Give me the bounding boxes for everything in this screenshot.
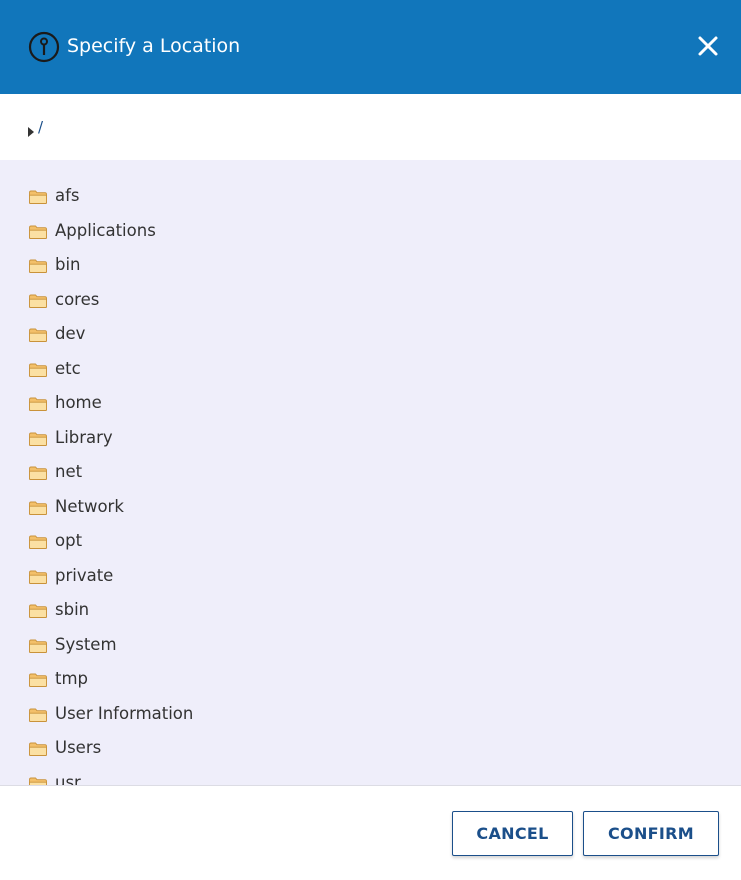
- folder-icon: [29, 638, 47, 653]
- caret-right-icon[interactable]: [27, 122, 35, 137]
- folder-label: User Information: [55, 703, 194, 723]
- specify-location-dialog: Specify a Location / afs Applications bin c…: [0, 0, 741, 880]
- folder-label: usr: [55, 772, 81, 786]
- cancel-button[interactable]: CANCEL: [452, 811, 573, 856]
- folder-list-item[interactable]: Applications: [0, 214, 741, 249]
- folder-list-item[interactable]: Network: [0, 490, 741, 525]
- folder-list-pane[interactable]: afs Applications bin cores dev etc home Library…: [0, 160, 741, 785]
- folder-list-item[interactable]: User Information: [0, 697, 741, 732]
- folder-icon: [29, 569, 47, 584]
- folder-list-item[interactable]: home: [0, 386, 741, 421]
- folder-label: sbin: [55, 600, 90, 619]
- folder-label: Network: [55, 496, 124, 516]
- folder-list: afs Applications bin cores dev etc home Library…: [0, 179, 741, 785]
- folder-label: etc: [55, 358, 81, 378]
- folder-label: home: [55, 393, 102, 412]
- folder-list-item[interactable]: System: [0, 628, 741, 663]
- folder-label: private: [55, 565, 114, 585]
- folder-list-item[interactable]: etc: [0, 352, 741, 387]
- folder-label: net: [55, 462, 83, 481]
- folder-icon: [29, 672, 47, 687]
- folder-label: dev: [55, 324, 86, 343]
- folder-list-item[interactable]: Library: [0, 421, 741, 456]
- folder-icon: [29, 258, 47, 273]
- folder-list-item[interactable]: tmp: [0, 662, 741, 697]
- path-breadcrumb: /: [0, 94, 741, 160]
- folder-label: afs: [55, 186, 80, 205]
- close-button[interactable]: [695, 33, 721, 59]
- folder-label: Applications: [55, 220, 156, 240]
- folder-icon: [29, 707, 47, 722]
- folder-icon: [29, 396, 47, 411]
- folder-list-item[interactable]: afs: [0, 179, 741, 214]
- folder-label: bin: [55, 255, 81, 274]
- folder-icon: [29, 362, 47, 377]
- folder-list-item[interactable]: private: [0, 559, 741, 594]
- folder-label: Users: [55, 738, 102, 757]
- folder-label: cores: [55, 289, 100, 309]
- folder-list-item[interactable]: net: [0, 455, 741, 490]
- folder-icon: [29, 500, 47, 515]
- folder-icon: [29, 603, 47, 618]
- folder-list-item[interactable]: dev: [0, 317, 741, 352]
- folder-list-item[interactable]: Users: [0, 731, 741, 766]
- folder-icon: [29, 293, 47, 308]
- folder-list-item[interactable]: bin: [0, 248, 741, 283]
- folder-icon: [29, 776, 47, 785]
- folder-label: opt: [55, 531, 83, 550]
- current-path[interactable]: /: [38, 116, 43, 138]
- folder-icon: [29, 327, 47, 342]
- folder-list-item[interactable]: sbin: [0, 593, 741, 628]
- dialog-title: Specify a Location: [67, 35, 241, 57]
- dialog-footer: CANCEL CONFIRM: [0, 785, 741, 880]
- folder-icon: [29, 534, 47, 549]
- folder-list-item[interactable]: usr: [0, 766, 741, 786]
- info-circle-icon: [28, 31, 60, 63]
- close-icon: [698, 36, 718, 56]
- folder-list-item[interactable]: opt: [0, 524, 741, 559]
- folder-icon: [29, 465, 47, 480]
- folder-label: tmp: [55, 669, 89, 688]
- folder-list-item[interactable]: cores: [0, 283, 741, 318]
- folder-icon: [29, 224, 47, 239]
- folder-icon: [29, 431, 47, 446]
- folder-icon: [29, 189, 47, 204]
- folder-label: System: [55, 634, 117, 654]
- folder-icon: [29, 741, 47, 756]
- folder-label: Library: [55, 427, 113, 447]
- confirm-button[interactable]: CONFIRM: [583, 811, 719, 856]
- dialog-header: Specify a Location: [0, 0, 741, 94]
